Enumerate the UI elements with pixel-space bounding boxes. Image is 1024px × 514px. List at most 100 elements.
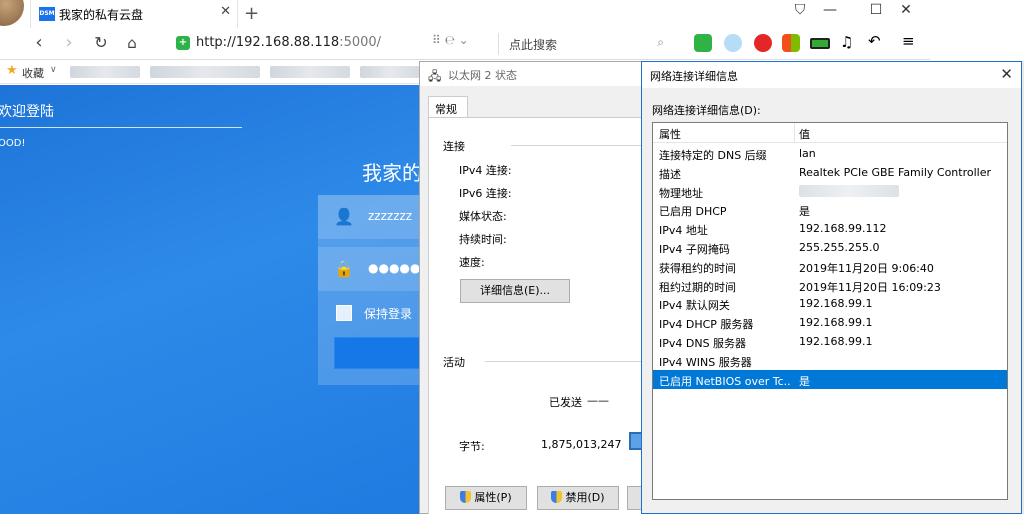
table-row[interactable]: IPv4 子网掩码 255.255.255.0 <box>653 238 1007 257</box>
table-row[interactable]: 已启用 DHCP 是 <box>653 200 1007 219</box>
close-window-icon[interactable]: ✕ <box>896 2 916 18</box>
adguard-extension-icon[interactable] <box>694 34 712 52</box>
blurred-bookmark[interactable] <box>150 66 260 78</box>
remember-checkbox[interactable] <box>336 305 352 321</box>
login-button[interactable] <box>334 337 420 369</box>
redacted-mac-address <box>799 184 899 197</box>
value-cell: 2019年11月20日 9:06:40 <box>799 261 934 275</box>
general-panel: 连接 IPv4 连接: IPv6 连接: 媒体状态: 持续时间: 速度: 详细信… <box>428 117 657 514</box>
tab-title: 我家的私有云盘 <box>59 8 144 22</box>
username-value: zzzzzzz <box>368 209 413 223</box>
column-separator[interactable] <box>794 123 795 143</box>
disable-button[interactable]: 禁用(D) <box>537 486 619 510</box>
blurred-bookmark[interactable] <box>360 66 420 78</box>
headphones-icon[interactable]: ♫ <box>840 33 853 51</box>
property-cell: IPv4 DNS 服务器 <box>659 337 747 350</box>
value-cell <box>799 184 899 200</box>
property-cell: IPv4 DHCP 服务器 <box>659 318 754 332</box>
forward-arrow-icon[interactable]: › <box>58 32 80 54</box>
value-cell: Realtek PCIe GBE Family Controller <box>799 165 992 179</box>
table-row[interactable]: IPv4 DNS 服务器 192.168.99.1 <box>653 332 1007 351</box>
back-arrow-icon[interactable]: ‹ <box>28 32 50 54</box>
duration-label: 持续时间: <box>459 233 507 246</box>
details-list-label: 网络连接详细信息(D): <box>652 104 761 117</box>
table-row[interactable]: IPv4 默认网关 192.168.99.1 <box>653 294 1007 313</box>
close-icon[interactable]: ✕ <box>1000 65 1013 83</box>
chevron-down-icon[interactable]: ∨ <box>50 65 57 75</box>
column-header-value[interactable]: 值 <box>799 126 810 142</box>
stop-extension-icon[interactable] <box>754 34 772 52</box>
browser-tab[interactable]: DSM 我家的私有云盘 ✕ <box>30 0 238 28</box>
tab-close-icon[interactable]: ✕ <box>220 4 231 19</box>
divider <box>0 127 242 128</box>
property-cell: 已启用 NetBIOS over Tc... <box>659 374 791 388</box>
ethernet-window-title: 以太网 2 状态 <box>448 69 517 82</box>
sent-dash: —— <box>587 394 609 407</box>
value-cell: 192.168.99.112 <box>799 222 887 236</box>
connection-group-title: 连接 <box>443 140 465 153</box>
welcome-subtitle: OOD! <box>0 138 26 149</box>
windows-extension-icon[interactable] <box>782 34 800 52</box>
user-icon: 👤 <box>334 207 354 226</box>
new-tab-icon[interactable]: + <box>244 3 259 24</box>
dialog-titlebar[interactable]: 网络连接详细信息 ✕ <box>642 62 1021 88</box>
ethernet-titlebar[interactable]: 🖧 以太网 2 状态 <box>420 62 650 86</box>
battery-icon[interactable] <box>810 38 830 49</box>
property-cell: 已启用 DHCP <box>659 205 727 219</box>
remember-label[interactable]: 保持登录 <box>364 305 412 322</box>
username-field[interactable]: 👤 zzzzzzz <box>318 195 420 239</box>
tab-general[interactable]: 常规 <box>428 96 468 118</box>
value-cell: 是 <box>799 205 810 219</box>
bookmarks-label[interactable]: 收藏 <box>22 65 44 81</box>
table-row[interactable]: 获得租约的时间 2019年11月20日 9:06:40 <box>653 257 1007 276</box>
network-details-dialog: 网络连接详细信息 ✕ 网络连接详细信息(D): 属性 值 连接特定的 DNS 后… <box>641 61 1022 514</box>
search-box[interactable]: 点此搜索 ⌕ <box>498 33 670 55</box>
minimize-icon[interactable]: — <box>820 2 840 18</box>
bird-extension-icon[interactable] <box>724 34 742 52</box>
table-row[interactable]: 租约过期的时间 2019年11月20日 16:09:23 <box>653 276 1007 295</box>
bytes-sent-value: 1,875,013,247 <box>541 438 622 451</box>
table-row[interactable]: 描述 Realtek PCIe GBE Family Controller <box>653 163 1007 182</box>
blurred-bookmark[interactable] <box>70 66 140 78</box>
url-text: http://192.168.88.118:5000/ <box>196 35 382 50</box>
shirt-skin-icon[interactable]: ⛉ <box>790 2 810 18</box>
details-list[interactable]: 属性 值 连接特定的 DNS 后缀 lan 描述 Realtek PCIe GBE F… <box>652 122 1008 500</box>
blurred-bookmark[interactable] <box>270 66 350 78</box>
search-placeholder: 点此搜索 <box>509 38 558 52</box>
table-row[interactable]: 已启用 NetBIOS over Tc... 是 <box>653 369 1007 389</box>
table-row[interactable]: 连接特定的 DNS 后缀 lan <box>653 144 1007 163</box>
table-row[interactable]: 物理地址 <box>653 182 1007 201</box>
ipv6-connection-label: IPv6 连接: <box>459 187 512 200</box>
property-cell: 连接特定的 DNS 后缀 <box>659 149 767 162</box>
search-icon[interactable]: ⌕ <box>657 35 664 50</box>
activity-group-title: 活动 <box>443 356 465 369</box>
address-tools-icons[interactable]: ⠿ ℮ ⌄ <box>432 33 469 47</box>
table-row[interactable]: IPv4 地址 192.168.99.112 <box>653 219 1007 238</box>
column-header-property[interactable]: 属性 <box>659 126 681 142</box>
group-divider <box>511 145 641 146</box>
dsm-login-page: 欢迎登陆 OOD! 我家的 👤 zzzzzzz 🔒 ●●●●●● 保持登录 <box>0 85 420 514</box>
details-button[interactable]: 详细信息(E)... <box>460 279 570 303</box>
property-cell: 描述 <box>659 167 681 181</box>
undo-icon[interactable]: ↶ <box>868 32 881 50</box>
home-icon[interactable]: ⌂ <box>121 32 143 54</box>
table-row[interactable]: IPv4 WINS 服务器 <box>653 351 1007 370</box>
uac-shield-icon <box>460 491 472 503</box>
properties-button[interactable]: 属性(P) <box>445 486 527 510</box>
property-cell: 物理地址 <box>659 186 703 200</box>
network-adapter-icon: 🖧 <box>428 69 442 83</box>
table-row[interactable]: IPv4 DHCP 服务器 192.168.99.1 <box>653 313 1007 332</box>
speed-label: 速度: <box>459 256 485 269</box>
menu-icon[interactable]: ≡ <box>902 32 915 50</box>
user-avatar[interactable] <box>0 0 24 26</box>
star-icon[interactable]: ★ <box>6 63 18 78</box>
maximize-icon[interactable]: ☐ <box>866 2 886 18</box>
property-cell: 获得租约的时间 <box>659 261 736 275</box>
refresh-icon[interactable]: ↻ <box>90 32 112 54</box>
property-cell: IPv4 子网掩码 <box>659 243 730 256</box>
password-field[interactable]: 🔒 ●●●●●● <box>318 247 420 291</box>
value-cell: 是 <box>799 374 810 388</box>
password-value: ●●●●●● <box>368 261 420 275</box>
nas-title: 我家的 <box>362 161 420 185</box>
value-cell: 192.168.99.1 <box>799 316 873 330</box>
